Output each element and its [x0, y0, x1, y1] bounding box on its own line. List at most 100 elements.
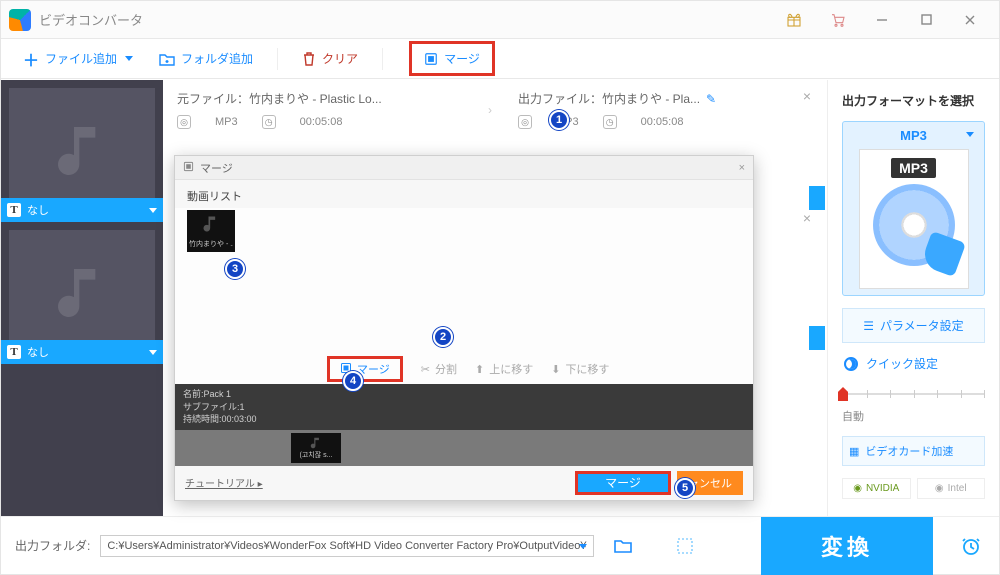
format-icon: ◎ — [177, 115, 191, 129]
tutorial-link[interactable]: チュートリアル — [185, 475, 263, 490]
dialog-body: 竹内まりや - ... マージ ✂分割 ⬆上に移す ⬇下に移す 名前:Pack … — [175, 208, 753, 464]
music-note-icon — [9, 230, 155, 356]
caption-text: なし — [27, 344, 49, 360]
music-note-icon — [9, 88, 155, 214]
folder-plus-icon — [159, 52, 175, 66]
close-icon[interactable]: × — [803, 210, 811, 226]
chip-icon: ▦ — [849, 445, 859, 458]
dialog-actionbar: マージ ✂分割 ⬆上に移す ⬇下に移す — [175, 354, 753, 384]
merge-icon — [340, 362, 352, 377]
merge-button[interactable]: マージ — [416, 46, 488, 71]
video-list-item[interactable]: 竹内まりや - ... — [187, 210, 235, 252]
dialog-close-button[interactable]: × — [739, 162, 745, 174]
clip-label: (고치잖 s... — [300, 450, 333, 460]
pack-strip[interactable]: (고치잖 s... — [175, 430, 753, 466]
param-label: パラメータ設定 — [880, 317, 964, 334]
open-folder-button[interactable] — [612, 535, 634, 557]
scissors-icon: ✂ — [421, 363, 430, 376]
annotation-box: マージ — [409, 41, 495, 76]
clock-icon: ◷ — [603, 115, 617, 129]
maximize-button[interactable] — [905, 6, 947, 34]
dialog-split-button[interactable]: ✂分割 — [421, 361, 457, 377]
pack-clip[interactable]: (고치잖 s... — [291, 433, 341, 463]
source-file-title: 元ファイル：竹内まりや - Plastic Lo... — [177, 90, 476, 107]
clear-label: クリア — [322, 50, 358, 67]
quality-slider[interactable] — [842, 384, 985, 404]
right-panel: 出力フォーマットを選択 MP3 MP3 ☰ パラメータ設定 クイック設定 自動 … — [827, 80, 999, 516]
thumbnail-column: なし なし — [1, 80, 163, 516]
chevron-down-icon — [125, 56, 133, 61]
chevron-down-icon — [966, 132, 974, 137]
thumb-label: 竹内まりや - ... — [189, 239, 233, 249]
music-note-icon — [201, 214, 221, 237]
sliders-icon: ☰ — [863, 319, 874, 333]
output-path-text: C:¥Users¥Administrator¥Videos¥WonderFox … — [107, 540, 586, 552]
row-selection-bar — [809, 186, 825, 210]
edit-icon[interactable]: ✎ — [706, 92, 716, 106]
merge-icon — [424, 52, 438, 66]
auto-label: 自動 — [842, 408, 985, 424]
dialog-confirm-merge-button[interactable]: マージ — [575, 471, 671, 495]
titlebar: ビデオコンバータ — [1, 1, 999, 39]
dlg-merge-label: マージ — [357, 361, 390, 377]
dialog-title: マージ — [200, 160, 233, 176]
source-duration: 00:05:08 — [300, 116, 343, 128]
close-button[interactable] — [949, 6, 991, 34]
thumbnail-item[interactable]: なし — [1, 80, 163, 222]
format-label: MP3 — [851, 128, 976, 143]
source-format: MP3 — [215, 116, 238, 128]
merge-label: マージ — [444, 50, 480, 67]
format-badge: MP3 — [891, 158, 936, 178]
pack-area: 名前:Pack 1 サブファイル:1 持続時間:00:03:00 (고치잖 s.… — [175, 384, 753, 464]
dialog-cancel-button[interactable]: ャンセル — [677, 471, 743, 495]
add-file-button[interactable]: ＋ ファイル追加 — [15, 43, 141, 75]
alarm-button[interactable] — [943, 517, 999, 575]
dialog-titlebar: マージ × — [175, 156, 753, 180]
caption-dropdown[interactable]: なし — [1, 198, 163, 222]
minimize-button[interactable] — [861, 6, 903, 34]
intel-badge: ◉Intel — [917, 478, 986, 499]
arrow-right-icon: › — [488, 90, 506, 129]
format-selector[interactable]: MP3 MP3 — [842, 121, 985, 296]
dialog-movedown-button[interactable]: ⬇下に移す — [551, 361, 609, 377]
dialog-footer: チュートリアル マージ ャンセル — [175, 464, 753, 500]
cart-icon[interactable] — [817, 6, 859, 34]
plus-icon: ＋ — [23, 47, 39, 71]
bottom-bar: 出力フォルダ: C:¥Users¥Administrator¥Videos¥Wo… — [1, 516, 999, 574]
nvidia-icon: ◉ — [853, 483, 862, 494]
add-folder-label: フォルダ追加 — [181, 50, 253, 67]
divider — [382, 48, 383, 70]
clock-icon: ◷ — [262, 115, 276, 129]
convert-button[interactable]: 変換 — [761, 517, 933, 575]
caption-dropdown[interactable]: なし — [1, 340, 163, 364]
app-logo-icon — [9, 9, 31, 31]
toolbar: ＋ ファイル追加 フォルダ追加 クリア マージ — [1, 39, 999, 79]
add-file-label: ファイル追加 — [45, 50, 117, 67]
pack-header: 名前:Pack 1 サブファイル:1 持続時間:00:03:00 — [175, 384, 753, 430]
dialog-moveup-button[interactable]: ⬆上に移す — [475, 361, 533, 377]
add-folder-button[interactable]: フォルダ追加 — [151, 46, 261, 71]
dialog-merge-button[interactable]: マージ — [327, 356, 403, 382]
film-strip-button[interactable] — [674, 535, 696, 557]
merge-dialog: マージ × 動画リスト 竹内まりや - ... マージ ✂分割 ⬆上に移す ⬇下… — [174, 155, 754, 501]
quick-settings-toggle[interactable]: クイック設定 — [842, 355, 985, 372]
trash-icon — [302, 51, 316, 67]
output-format: MP3 — [556, 116, 579, 128]
nvidia-badge: ◉NVIDIA — [842, 478, 911, 499]
thumbnail-item[interactable]: なし — [1, 222, 163, 364]
divider — [277, 48, 278, 70]
output-folder-label: 出力フォルダ: — [15, 537, 90, 554]
app-title: ビデオコンバータ — [39, 10, 143, 29]
format-icon: ◎ — [518, 115, 532, 129]
output-file-title: 出力ファイル：竹内まりや - Pla...✎ — [518, 90, 817, 107]
gift-icon[interactable] — [773, 6, 815, 34]
clear-button[interactable]: クリア — [294, 46, 366, 71]
arrow-up-icon: ⬆ — [475, 363, 484, 376]
arrow-down-icon: ⬇ — [551, 363, 560, 376]
dialog-subtitle: 動画リスト — [175, 180, 753, 208]
parameter-settings-button[interactable]: ☰ パラメータ設定 — [842, 308, 985, 343]
gpu-accel-button[interactable]: ▦ ビデオカード加速 — [842, 436, 985, 466]
output-path-dropdown[interactable]: C:¥Users¥Administrator¥Videos¥WonderFox … — [100, 535, 593, 557]
output-duration: 00:05:08 — [641, 116, 684, 128]
gpu-label: ビデオカード加速 — [865, 443, 953, 459]
